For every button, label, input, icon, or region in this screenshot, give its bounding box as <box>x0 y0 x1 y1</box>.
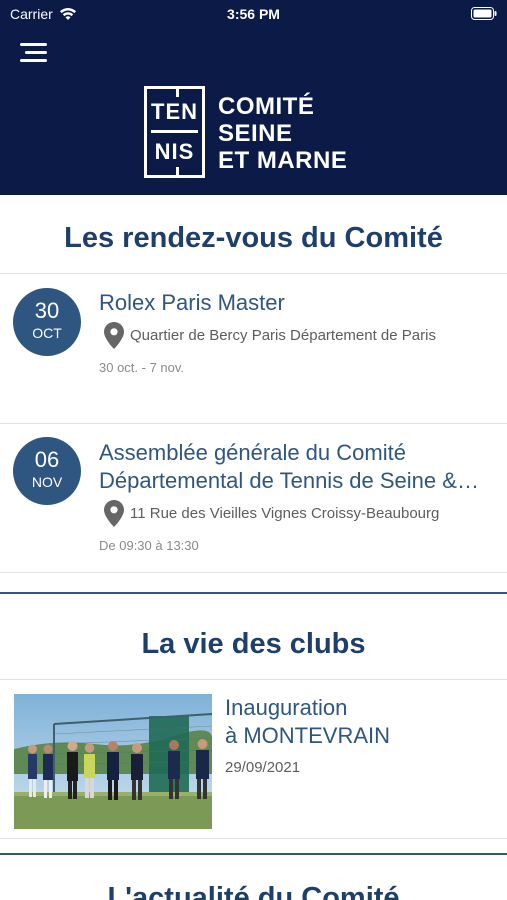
event-month: NOV <box>31 474 63 490</box>
section-title-actualite: L'actualité du Comité <box>107 882 400 900</box>
logo-nis-text: NIS <box>154 139 195 164</box>
event-date-badge: 06 NOV <box>13 437 81 505</box>
menu-button[interactable] <box>20 42 48 64</box>
location-pin-icon <box>104 500 124 527</box>
club-news-item[interactable]: Inauguration à MONTEVRAIN 29/09/2021 <box>0 680 507 838</box>
tennis-logo-mark: TEN NIS <box>144 86 205 178</box>
event-day: 06 <box>34 447 60 472</box>
event-title-line-2: Départemental de Tennis de Seine &… <box>99 468 479 493</box>
event-title: Rolex Paris Master <box>99 289 494 317</box>
section-separator <box>0 592 507 594</box>
logo-line-2: SEINE <box>218 120 293 147</box>
status-bar: Carrier 3:56 PM <box>0 0 507 28</box>
event-title-line-1: Assemblée générale du Comité <box>99 440 406 465</box>
event-location-text: 11 Rue des Vieilles Vignes Croissy-Beaub… <box>130 505 440 522</box>
event-date-badge: 30 OCT <box>13 288 81 356</box>
club-news-title-line-2: à MONTEVRAIN <box>225 723 391 748</box>
clock: 3:56 PM <box>227 6 280 22</box>
divider <box>0 572 507 573</box>
event-location-text: Quartier de Bercy Paris Département de P… <box>130 327 436 344</box>
event-item[interactable]: 06 NOV Assemblée générale du Comité Dépa… <box>0 424 507 572</box>
section-title-clubs: La vie des clubs <box>141 628 366 660</box>
club-news-date: 29/09/2021 <box>225 759 301 776</box>
comite-logo: TEN NIS COMITÉ SEINE ET MARNE <box>144 86 364 178</box>
event-location: Quartier de Bercy Paris Département de P… <box>104 322 494 349</box>
event-location: 11 Rue des Vieilles Vignes Croissy-Beaub… <box>104 500 494 527</box>
club-news-title-line-1: Inauguration <box>225 695 348 720</box>
event-month: OCT <box>32 325 62 341</box>
event-item[interactable]: 30 OCT Rolex Paris Master Quartier de Be… <box>0 274 507 423</box>
club-news-photo <box>14 694 212 829</box>
event-day: 30 <box>34 298 60 323</box>
divider <box>0 838 507 839</box>
logo-wordmark: COMITÉ SEINE ET MARNE <box>218 93 347 174</box>
location-pin-icon <box>104 322 124 349</box>
logo-line-3: ET MARNE <box>218 147 348 174</box>
club-news-title: Inauguration à MONTEVRAIN <box>225 694 495 750</box>
event-dates: De 09:30 à 13:30 <box>99 538 199 553</box>
section-title-rendezvous: Les rendez-vous du Comité <box>64 222 443 254</box>
logo-line-1: COMITÉ <box>218 93 315 120</box>
event-title: Assemblée générale du Comité Département… <box>99 439 494 495</box>
app-header: Carrier 3:56 PM TEN NIS COMITÉ SEINE ET … <box>0 0 507 195</box>
section-separator <box>0 853 507 855</box>
event-dates: 30 oct. - 7 nov. <box>99 360 185 375</box>
logo-ten-text: TEN <box>151 99 198 124</box>
event-title-line-1: Rolex Paris Master <box>99 290 285 315</box>
battery-icon <box>471 7 497 20</box>
group-photo-image <box>14 694 212 829</box>
